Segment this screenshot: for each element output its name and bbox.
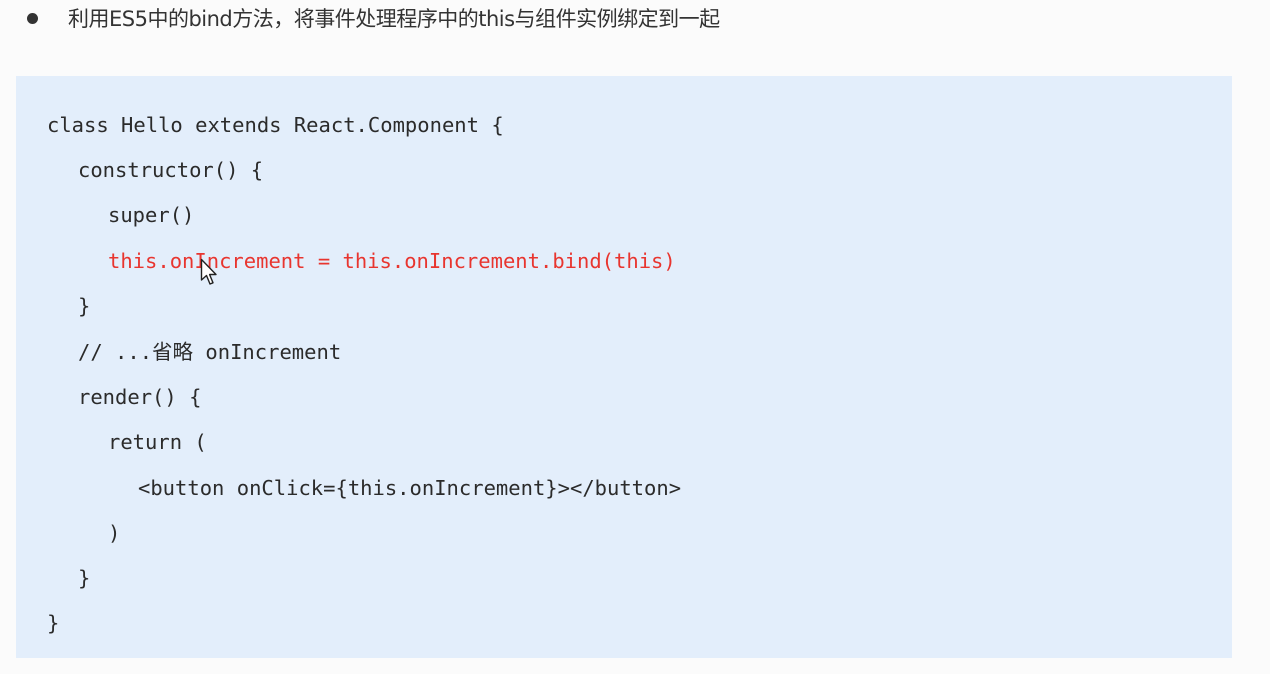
code-line-super: super() — [108, 203, 195, 227]
code-line-bind: this.onIncrement = this.onIncrement.bind… — [108, 249, 676, 273]
code-line-render: render() { — [78, 385, 202, 409]
code-line-return: return ( — [108, 430, 207, 454]
code-line-constructor-close: } — [78, 294, 91, 318]
bullet-point: 利用ES5中的bind方法，将事件处理程序中的this与组件实例绑定到一起 — [27, 3, 720, 33]
mouse-pointer-icon — [200, 258, 217, 285]
code-line-button: <button onClick={this.onIncrement}></but… — [138, 476, 682, 500]
code-line-constructor: constructor() { — [78, 158, 264, 182]
bullet-dot-icon — [27, 13, 38, 24]
heading-text: 利用ES5中的bind方法，将事件处理程序中的this与组件实例绑定到一起 — [68, 7, 720, 31]
code-line-return-close: ) — [108, 521, 121, 545]
code-line-render-close: } — [78, 566, 91, 590]
code-line-comment: // ...省略 onIncrement — [78, 340, 342, 364]
code-line-class: class Hello extends React.Component { — [47, 113, 504, 137]
code-block: class Hello extends React.Component { co… — [16, 76, 1232, 658]
code-line-class-close: } — [47, 611, 60, 635]
